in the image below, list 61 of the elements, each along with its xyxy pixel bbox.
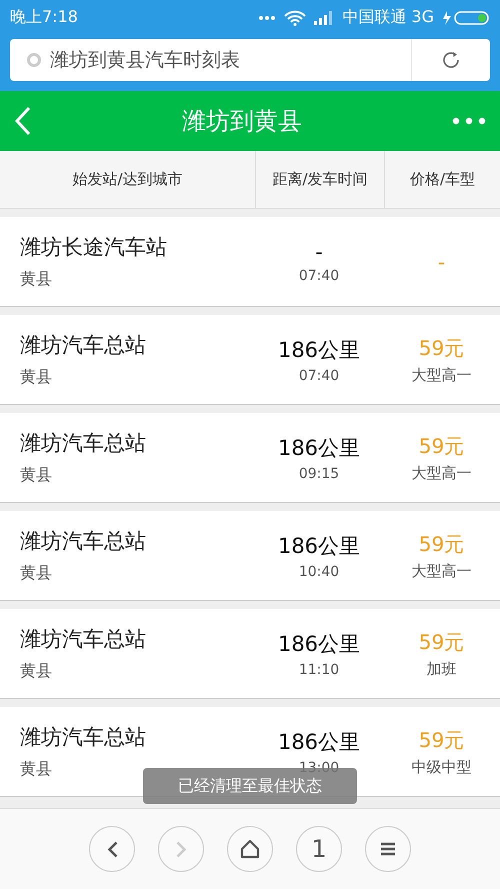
destination-city: 黄县: [20, 661, 52, 682]
bus-type: 大型高一: [412, 366, 472, 384]
more-dots-icon: [258, 14, 276, 20]
home-icon: [240, 839, 260, 859]
departure-time: 09:15: [298, 466, 340, 482]
schedule-row[interactable]: 潍坊汽车总站 黄县 186公里 07:40 59元 大型高一: [0, 315, 500, 405]
station-name: 潍坊汽车总站: [20, 724, 146, 751]
distance-text: 186公里: [278, 728, 360, 756]
station-name: 潍坊汽车总站: [20, 626, 146, 653]
destination-city: 黄县: [20, 465, 52, 486]
price-text: 59元: [418, 334, 464, 362]
destination-city: 黄县: [20, 367, 52, 388]
destination-city: 黄县: [20, 269, 52, 290]
price-text: 59元: [418, 726, 464, 754]
distance-text: 186公里: [278, 630, 360, 658]
menu-button[interactable]: [365, 826, 411, 872]
schedule-row[interactable]: 潍坊汽车总站 黄县 186公里 09:15 59元 大型高一: [0, 413, 500, 503]
schedule-row[interactable]: 潍坊汽车总站 黄县 186公里 10:40 59元 大型高一: [0, 511, 500, 601]
search-text: 潍坊到黄县汽车时刻表: [50, 48, 240, 73]
departure-time: 11:10: [298, 662, 340, 678]
home-button[interactable]: [227, 826, 273, 872]
price-text: 59元: [418, 530, 464, 558]
time-text: 晚上7:18: [10, 7, 78, 28]
battery-charging-icon: [442, 10, 490, 26]
distance-text: -: [315, 240, 323, 264]
station-name: 潍坊长途汽车站: [20, 234, 167, 261]
refresh-icon[interactable]: [441, 50, 461, 70]
cleanup-toast: 已经清理至最佳状态: [143, 768, 357, 804]
station-name: 潍坊汽车总站: [20, 430, 146, 457]
column-header: 价格/车型: [385, 151, 500, 208]
distance-text: 186公里: [278, 532, 360, 560]
price-text: 59元: [418, 628, 464, 656]
distance-text: 186公里: [278, 434, 360, 462]
schedule-row[interactable]: 潍坊汽车总站 黄县 186公里 11:10 59元 加班: [0, 609, 500, 699]
signal-icon: [314, 10, 334, 24]
column-header: 始发站/达到城市: [0, 151, 255, 208]
carrier-text: 中国联通 3G: [342, 7, 434, 28]
column-header: 距离/发车时间: [256, 151, 384, 208]
schedule-row[interactable]: 潍坊长途汽车站 黄县 - 07:40 -: [0, 217, 500, 307]
back-button[interactable]: [89, 826, 135, 872]
more-icon[interactable]: [452, 117, 486, 125]
station-name: 潍坊汽车总站: [20, 528, 146, 555]
destination-city: 黄县: [20, 563, 52, 584]
page-title: 潍坊到黄县: [181, 106, 303, 137]
bus-type: 大型高一: [412, 464, 472, 482]
station-name: 潍坊汽车总站: [20, 332, 146, 359]
departure-time: 07:40: [298, 268, 340, 284]
price-text: -: [438, 250, 446, 274]
search-field[interactable]: 潍坊到黄县汽车时刻表: [10, 39, 490, 81]
bus-type: 加班: [426, 660, 456, 678]
departure-time: 07:40: [298, 368, 340, 384]
loading-circle-icon: [26, 52, 42, 68]
wifi-icon: [284, 10, 306, 26]
bus-type: 中级中型: [412, 758, 472, 776]
bus-type: 大型高一: [412, 562, 472, 580]
price-text: 59元: [418, 432, 464, 460]
menu-icon: [379, 842, 397, 856]
departure-time: 10:40: [298, 564, 340, 580]
tabs-button[interactable]: 1: [296, 826, 342, 872]
destination-city: 黄县: [20, 759, 52, 780]
distance-text: 186公里: [278, 336, 360, 364]
